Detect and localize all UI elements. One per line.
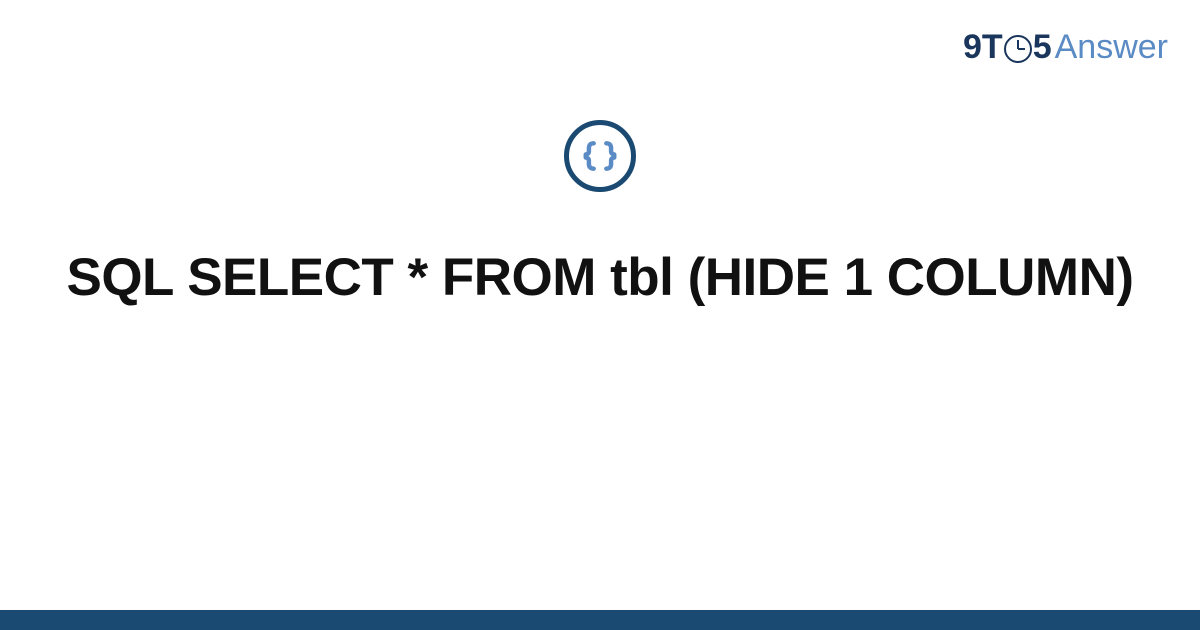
- brand-answer: Answer: [1055, 28, 1168, 67]
- footer-bar: [0, 610, 1200, 630]
- clock-icon: [1004, 35, 1032, 63]
- braces-icon: [564, 120, 636, 192]
- brand-logo: 9 T 5 Answer: [963, 28, 1168, 67]
- page-title: SQL SELECT * FROM tbl (HIDE 1 COLUMN): [66, 244, 1133, 313]
- brand-five: 5: [1033, 28, 1052, 67]
- main-content: SQL SELECT * FROM tbl (HIDE 1 COLUMN): [0, 120, 1200, 313]
- brand-t: T: [982, 28, 1003, 67]
- brand-nine: 9: [963, 28, 982, 67]
- curly-braces-icon: [581, 137, 619, 175]
